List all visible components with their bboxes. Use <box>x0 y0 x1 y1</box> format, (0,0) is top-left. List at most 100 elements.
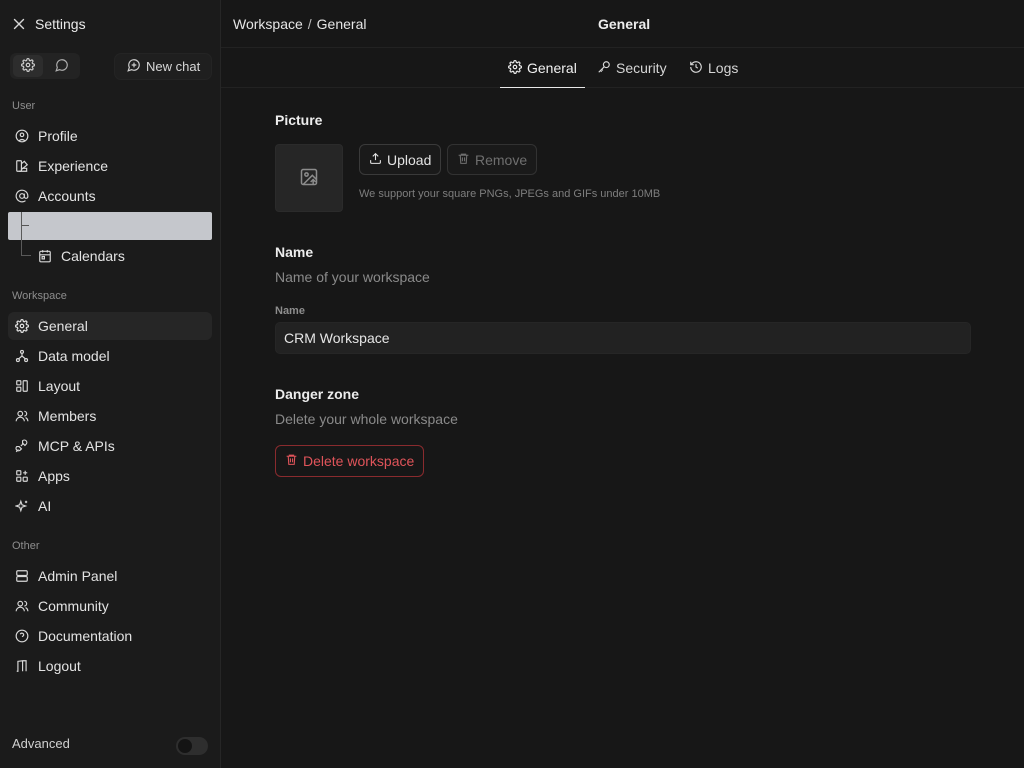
sidebar-item-label: MCP & APIs <box>38 438 115 454</box>
sidebar-item-documentation[interactable]: Documentation <box>8 622 212 650</box>
upload-button[interactable]: Upload <box>359 144 442 175</box>
users-icon <box>15 409 29 423</box>
key-icon <box>597 60 611 77</box>
trash-icon <box>285 453 298 469</box>
section-label-workspace: Workspace <box>12 290 67 302</box>
sidebar-item-layout[interactable]: Layout <box>8 372 212 400</box>
tab-label: General <box>527 60 577 76</box>
sidebar-item-label: AI <box>38 498 52 514</box>
sidebar-item-logout[interactable]: Logout <box>8 652 212 680</box>
mode-toggle <box>10 53 80 79</box>
gear-icon <box>508 59 522 77</box>
sidebar-item-community[interactable]: Community <box>8 592 212 620</box>
tree-connector <box>22 225 29 226</box>
workspace-name-input[interactable]: CRM Workspace <box>275 322 971 354</box>
top-bar: Workspace / General General <box>221 0 1024 48</box>
breadcrumb-general: General <box>316 16 367 32</box>
sidebar-item-label: Apps <box>38 468 70 484</box>
hierarchy-icon <box>15 349 29 363</box>
tab-security[interactable]: Security <box>597 48 667 88</box>
help-circle-icon <box>15 629 29 643</box>
sidebar: Settings New chat User Profile Experienc… <box>0 0 221 768</box>
history-icon <box>689 60 703 77</box>
sidebar-item-label: Profile <box>38 128 78 144</box>
tab-bar: General Security Logs <box>221 48 1024 88</box>
name-heading: Name <box>275 244 314 260</box>
sidebar-item-mcp-apis[interactable]: MCP & APIs <box>8 432 212 460</box>
sidebar-item-admin-panel[interactable]: Admin Panel <box>8 562 212 590</box>
picture-helper-text: We support your square PNGs, JPEGs and G… <box>359 188 661 200</box>
upload-label: Upload <box>387 151 432 168</box>
image-upload-icon <box>299 167 319 190</box>
sidebar-item-experience[interactable]: Experience <box>8 152 212 180</box>
advanced-label: Advanced <box>12 736 70 751</box>
close-icon[interactable] <box>12 17 26 31</box>
remove-label: Remove <box>475 151 528 168</box>
plug-icon <box>15 439 29 453</box>
sidebar-item-label: Calendars <box>61 248 125 264</box>
gear-icon <box>15 319 29 333</box>
delete-workspace-button[interactable]: Delete workspace <box>275 445 425 477</box>
sidebar-item-label: General <box>38 318 88 334</box>
settings-mode-button[interactable] <box>13 55 43 77</box>
server-icon <box>15 569 29 583</box>
user-circle-icon <box>15 129 29 143</box>
sidebar-item-data-model[interactable]: Data model <box>8 342 212 370</box>
calendar-icon <box>38 249 52 263</box>
highlighted-subitem[interactable] <box>8 212 212 240</box>
sidebar-item-label: Logout <box>38 658 81 674</box>
name-field-label: Name <box>275 305 305 317</box>
sidebar-item-label: Data model <box>38 348 110 364</box>
remove-button[interactable]: Remove <box>447 144 538 175</box>
tab-logs[interactable]: Logs <box>689 48 738 88</box>
section-label-user: User <box>12 100 36 112</box>
name-description: Name of your workspace <box>275 269 430 285</box>
sidebar-item-label: Admin Panel <box>38 568 118 584</box>
tab-label: Logs <box>708 60 739 76</box>
sidebar-item-apps[interactable]: Apps <box>8 462 212 490</box>
apps-grid-icon <box>15 469 29 483</box>
chat-bubble-icon <box>55 58 69 75</box>
sidebar-item-calendars[interactable]: Calendars <box>38 242 125 270</box>
page-title: General <box>598 16 651 32</box>
new-chat-button[interactable]: New chat <box>114 53 213 80</box>
danger-zone-heading: Danger zone <box>275 386 360 402</box>
sidebar-item-label: Experience <box>38 158 109 174</box>
tab-label: Security <box>616 60 667 76</box>
sparkles-icon <box>15 499 29 513</box>
breadcrumb-workspace[interactable]: Workspace <box>233 16 303 32</box>
sidebar-item-label: Community <box>38 598 109 614</box>
sidebar-item-accounts[interactable]: Accounts <box>8 182 212 210</box>
gear-icon <box>21 57 35 75</box>
sidebar-item-profile[interactable]: Profile <box>8 122 212 150</box>
door-exit-icon <box>15 659 29 673</box>
tab-general[interactable]: General <box>500 48 585 88</box>
section-label-other: Other <box>12 540 40 552</box>
chat-mode-button[interactable] <box>47 55 77 77</box>
upload-icon <box>369 152 382 168</box>
sidebar-header: Settings <box>12 14 86 34</box>
sidebar-item-label: Documentation <box>38 628 133 644</box>
new-chat-label: New chat <box>146 59 201 74</box>
tree-connector <box>21 212 22 256</box>
users-icon <box>15 599 29 613</box>
sidebar-item-label: Members <box>38 408 97 424</box>
breadcrumb: Workspace / General <box>233 16 366 32</box>
at-sign-icon <box>15 189 29 203</box>
layout-icon <box>15 379 29 393</box>
palette-icon <box>15 159 29 173</box>
danger-zone-description: Delete your whole workspace <box>275 411 458 427</box>
workspace-picture[interactable] <box>275 144 343 212</box>
advanced-toggle[interactable] <box>176 737 208 755</box>
sidebar-item-label: Layout <box>38 378 81 394</box>
picture-heading: Picture <box>275 112 323 128</box>
sidebar-title: Settings <box>35 16 86 32</box>
sidebar-item-general[interactable]: General <box>8 312 212 340</box>
new-chat-icon <box>127 58 141 75</box>
sidebar-item-label: Accounts <box>38 188 96 204</box>
breadcrumb-separator: / <box>307 16 312 32</box>
sidebar-item-members[interactable]: Members <box>8 402 212 430</box>
toggle-knob <box>178 739 192 753</box>
tree-connector <box>21 255 31 256</box>
sidebar-item-ai[interactable]: AI <box>8 492 212 520</box>
